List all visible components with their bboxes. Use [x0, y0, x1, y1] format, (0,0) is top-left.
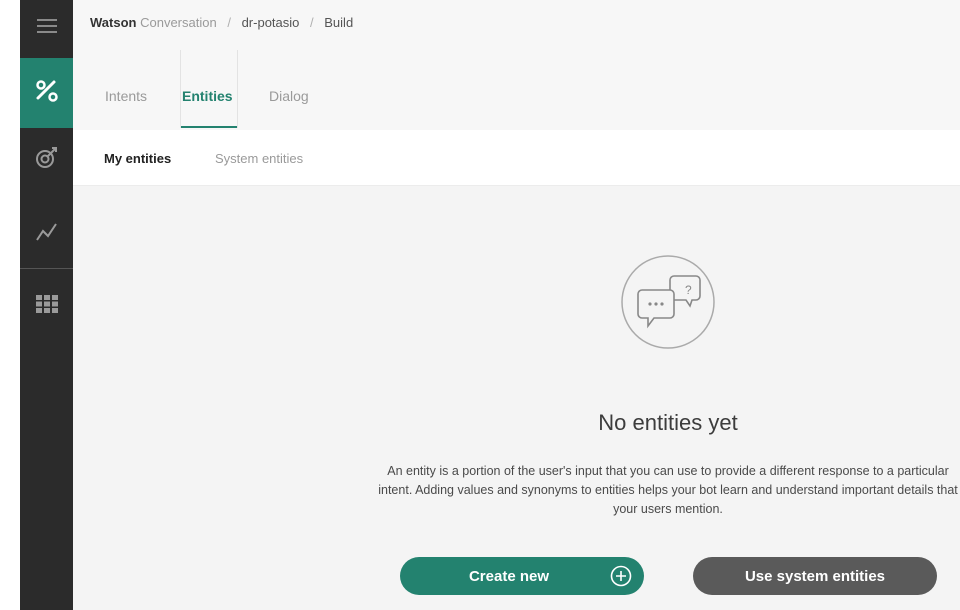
sub-navigation: My entities System entities [73, 130, 960, 186]
empty-state-title: No entities yet [598, 410, 738, 435]
tab-intents[interactable]: Intents [105, 80, 147, 128]
target-icon [35, 145, 59, 174]
breadcrumb-separator: / [310, 15, 314, 30]
app: Watson Conversation / dr-potasio / Build… [0, 0, 960, 610]
plus-circle-icon [610, 565, 632, 587]
empty-state-description: An entity is a portion of the user's inp… [378, 464, 958, 516]
breadcrumb-brand[interactable]: Watson [90, 15, 136, 30]
svg-text:?: ? [685, 283, 692, 297]
create-new-label: Create new [468, 567, 550, 585]
sidebar-divider [20, 268, 73, 269]
breadcrumb: Watson Conversation / dr-potasio / Build [90, 15, 353, 30]
breadcrumb-workspace[interactable]: dr-potasio [242, 15, 300, 30]
main-panel: Watson Conversation / dr-potasio / Build… [73, 0, 960, 610]
sidebar-item-analytics[interactable] [20, 208, 73, 260]
sidebar-item-build[interactable] [20, 58, 73, 128]
subtab-my-entities[interactable]: My entities [104, 151, 171, 166]
trend-line-icon [35, 220, 59, 249]
sidebar-item-deploy[interactable] [20, 280, 73, 332]
tools-icon [34, 78, 60, 109]
header: Watson Conversation / dr-potasio / Build… [73, 0, 960, 130]
chat-bubbles-icon: ? [620, 254, 716, 350]
active-tab-indicator [181, 126, 237, 128]
tab-dialog[interactable]: Dialog [269, 80, 309, 128]
subtab-system-entities[interactable]: System entities [215, 151, 303, 166]
left-margin [0, 0, 20, 610]
sidebar-item-improve[interactable] [20, 133, 73, 185]
hamburger-menu-icon[interactable] [20, 0, 73, 52]
tab-entities[interactable]: Entities [182, 80, 233, 128]
sidebar [20, 0, 73, 610]
create-new-button[interactable]: Create new [400, 557, 644, 595]
breadcrumb-product[interactable]: Conversation [140, 15, 217, 30]
empty-state: ? No entities yet An entity is a portion… [73, 186, 960, 610]
breadcrumb-section: Build [324, 15, 354, 30]
breadcrumb-separator: / [227, 15, 231, 30]
grid-icon [35, 294, 58, 318]
use-system-entities-label: Use system entities [744, 567, 886, 585]
use-system-entities-button[interactable]: Use system entities [693, 557, 937, 595]
